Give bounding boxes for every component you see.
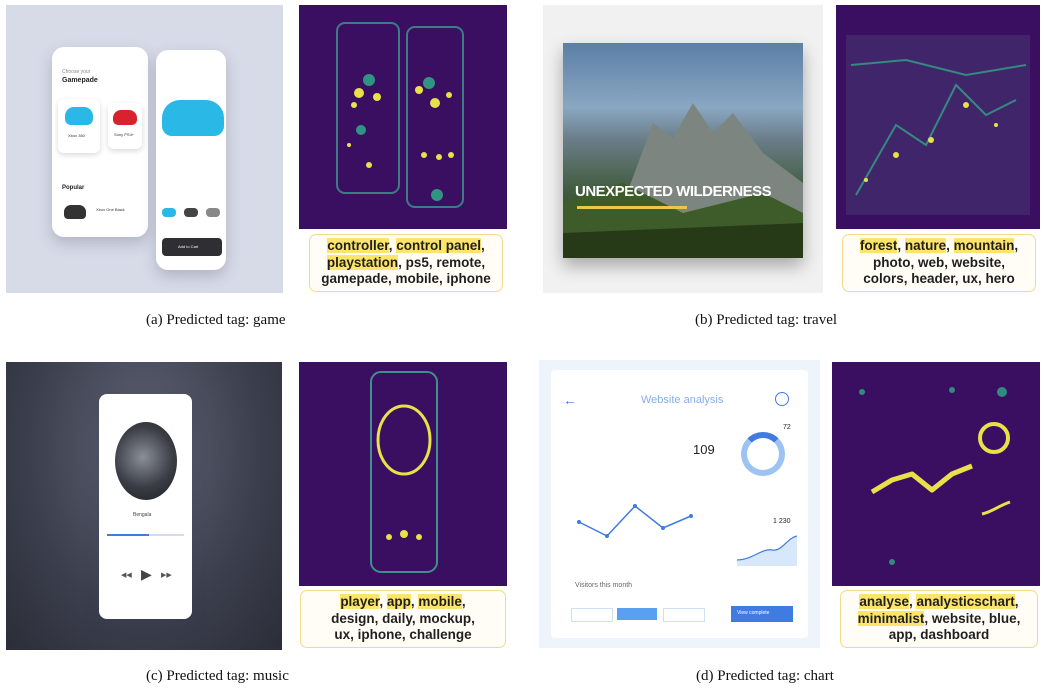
album-art [115, 422, 177, 500]
ring-chart [741, 432, 785, 476]
mini-area-chart [737, 535, 797, 566]
tag-text: photo, web, website, [872, 254, 1005, 270]
screenshot-gamepad-app: Choose your Gamepade Xbox 360 Sony PS4+ … [6, 5, 283, 293]
title-small: Choose your [62, 69, 91, 75]
chart-footer: Visitors this month [575, 582, 633, 589]
hero-image: UNEXPECTED WILDERNESS [563, 43, 803, 258]
line-chart [577, 504, 693, 538]
tab-2[interactable] [617, 608, 657, 620]
gamepad-black-icon [64, 205, 86, 219]
hero-gamepad-icon [162, 100, 224, 136]
thumb-2[interactable] [184, 208, 198, 217]
dashboard-title: Website analysis [641, 394, 724, 406]
play-icon[interactable]: ▶ [141, 566, 152, 583]
mountain-graphic [563, 103, 803, 258]
tag-text: , [379, 594, 387, 610]
tag-box-c: player, app, mobile, design, daily, mocku… [300, 590, 506, 648]
tag-box-a: controller, control panel, playstation, p… [309, 234, 503, 292]
kpi-value: 109 [693, 442, 715, 457]
tag-text: gamepade, mobile, iphone [321, 271, 491, 287]
highlighted-tag: minimalist [857, 610, 925, 626]
screenshot-music-app: Bengala ◀◀ ▶ ▶▶ [6, 362, 282, 650]
view-complete-label: View complete [737, 610, 770, 616]
highlighted-tag: forest [859, 238, 898, 254]
heatmap-c [299, 362, 507, 586]
mini-value: 1 230 [773, 518, 791, 525]
tag-box-b: forest, nature, mountain, photo, web, web… [842, 234, 1036, 292]
add-to-cart-label: Add to Cart [178, 244, 199, 249]
progress-fill [107, 534, 150, 536]
highlighted-tag: mobile [418, 594, 462, 610]
screenshot-travel-site: UNEXPECTED WILDERNESS [543, 5, 823, 293]
back-arrow-icon[interactable]: ← [563, 392, 577, 408]
caption-d: (d) Predicted tag: chart [696, 668, 834, 684]
tag-list-b: forest, nature, mountain, photo, web, web… [859, 238, 1019, 288]
tag-text: design, daily, mockup, [331, 610, 475, 626]
view-complete-button[interactable]: View complete [731, 606, 793, 622]
heatmap-a-graphic [336, 22, 464, 208]
song-title: Bengala [133, 512, 152, 518]
tag-text: , ps5, remote, [398, 254, 486, 270]
card-xbox[interactable]: Xbox 360 [58, 99, 100, 153]
highlighted-tag: analyse [859, 594, 909, 610]
phone-left: Choose your Gamepade Xbox 360 Sony PS4+ … [52, 47, 148, 237]
tag-text: , [481, 238, 485, 254]
heatmap-b-graphic [846, 35, 1030, 215]
tag-box-d: analyse, analysticschart, minimalist, web… [840, 590, 1038, 648]
highlighted-tag: player [340, 594, 380, 610]
highlighted-tag: analysticschart [916, 594, 1015, 610]
tab-3[interactable] [663, 608, 705, 622]
highlighted-tag: mountain [953, 238, 1015, 254]
card-ps4[interactable]: Sony PS4+ [108, 103, 142, 149]
tag-list-c: player, app, mobile, design, daily, mocku… [331, 594, 475, 644]
highlighted-tag: control panel [396, 238, 482, 254]
screenshot-dashboard: ← Website analysis 109 Visitors this mon… [539, 360, 820, 648]
add-to-cart-button[interactable]: Add to Cart [162, 238, 222, 256]
ring-value: 72 [783, 424, 791, 431]
highlighted-tag: playstation [326, 254, 399, 270]
heatmap-a [299, 5, 507, 229]
thumb-1[interactable] [162, 208, 176, 217]
prev-icon[interactable]: ◀◀ [121, 571, 132, 579]
item3: Xbox One Black [96, 207, 125, 212]
gamepad-red-icon [113, 110, 137, 125]
hero-subtext [577, 206, 687, 209]
tag-list-a: controller, control panel, playstation, p… [321, 238, 491, 288]
caption-a: (a) Predicted tag: game [146, 312, 286, 328]
tag-text: colors, header, ux, hero [863, 271, 1015, 287]
hero-headline: UNEXPECTED WILDERNESS [575, 183, 772, 200]
heatmap-b [836, 5, 1040, 229]
thumb-3[interactable] [206, 208, 220, 217]
tag-text: , [946, 238, 954, 254]
progress-track[interactable] [107, 534, 184, 536]
tab-1[interactable] [571, 608, 613, 622]
gamepad-blue-icon [65, 107, 93, 125]
next-icon[interactable]: ▶▶ [161, 571, 172, 579]
tag-list-d: analyse, analysticschart, minimalist, web… [857, 594, 1021, 644]
tag-text: , [461, 594, 466, 610]
caption-c: (c) Predicted tag: music [146, 668, 289, 684]
phone-right: Add to Cart [156, 50, 226, 270]
heatmap-d [832, 362, 1040, 586]
music-phone: Bengala ◀◀ ▶ ▶▶ [99, 394, 192, 619]
heatmap-c-graphic [370, 371, 438, 573]
tag-text: , [1014, 238, 1019, 254]
tag-text: , website, blue, [924, 610, 1021, 626]
tag-text: ux, iphone, challenge [334, 627, 472, 643]
globe-icon[interactable] [775, 392, 789, 406]
caption-b: (b) Predicted tag: travel [695, 312, 838, 328]
title: Gamepade [62, 77, 98, 84]
highlighted-tag: nature [904, 238, 947, 254]
highlighted-tag: app [386, 594, 411, 610]
dashboard-card: ← Website analysis 109 Visitors this mon… [551, 370, 808, 638]
item1: Xbox 360 [68, 133, 85, 138]
item2: Sony PS4+ [114, 132, 135, 137]
tag-text: , [897, 238, 905, 254]
tag-text: , [1014, 594, 1019, 610]
tag-text: app, dashboard [888, 627, 990, 643]
highlighted-tag: controller [327, 238, 389, 254]
heatmap-d-graphic [859, 387, 1011, 565]
popular-label: Popular [62, 185, 85, 191]
